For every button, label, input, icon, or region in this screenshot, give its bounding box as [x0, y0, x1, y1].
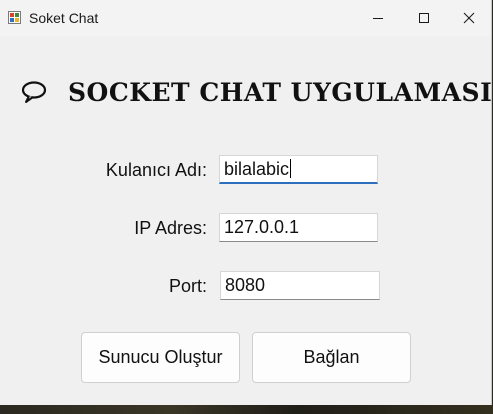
create-server-label: Sunucu Oluştur: [98, 347, 223, 367]
username-label: Kulanıcı Adı:: [105, 160, 207, 180]
speech-bubble-icon: [21, 81, 47, 103]
close-button[interactable]: [446, 0, 492, 36]
minimize-icon: [373, 18, 383, 19]
minimize-button[interactable]: [355, 0, 401, 36]
maximize-button[interactable]: [401, 0, 447, 36]
close-icon: [463, 12, 475, 24]
desktop-background: [0, 404, 493, 414]
username-input[interactable]: bilalabic: [219, 155, 378, 184]
window-title: Soket Chat: [29, 10, 99, 26]
connect-label: Bağlan: [303, 347, 360, 367]
app-heading: SOCKET CHAT UYGULAMASI: [20, 74, 492, 110]
ip-address-input[interactable]: 127.0.0.1: [219, 213, 378, 242]
create-server-button[interactable]: Sunucu Oluştur: [81, 332, 240, 383]
app-icon: [8, 11, 21, 24]
port-value: 8080: [225, 275, 266, 295]
port-label: Port:: [168, 276, 207, 296]
ip-address-label: IP Adres:: [134, 218, 207, 238]
title-bar[interactable]: Soket Chat: [0, 0, 491, 36]
maximize-icon: [419, 13, 429, 23]
ip-address-value: 127.0.0.1: [224, 217, 300, 237]
username-value: bilalabic: [224, 159, 290, 179]
text-caret: [290, 159, 292, 178]
page-title: SOCKET CHAT UYGULAMASI: [68, 77, 493, 107]
connect-button[interactable]: Bağlan: [252, 332, 411, 383]
app-window: Soket Chat SOCKET CHAT UYGULAMASI Kulanı…: [0, 0, 492, 405]
port-input[interactable]: 8080: [220, 271, 380, 300]
